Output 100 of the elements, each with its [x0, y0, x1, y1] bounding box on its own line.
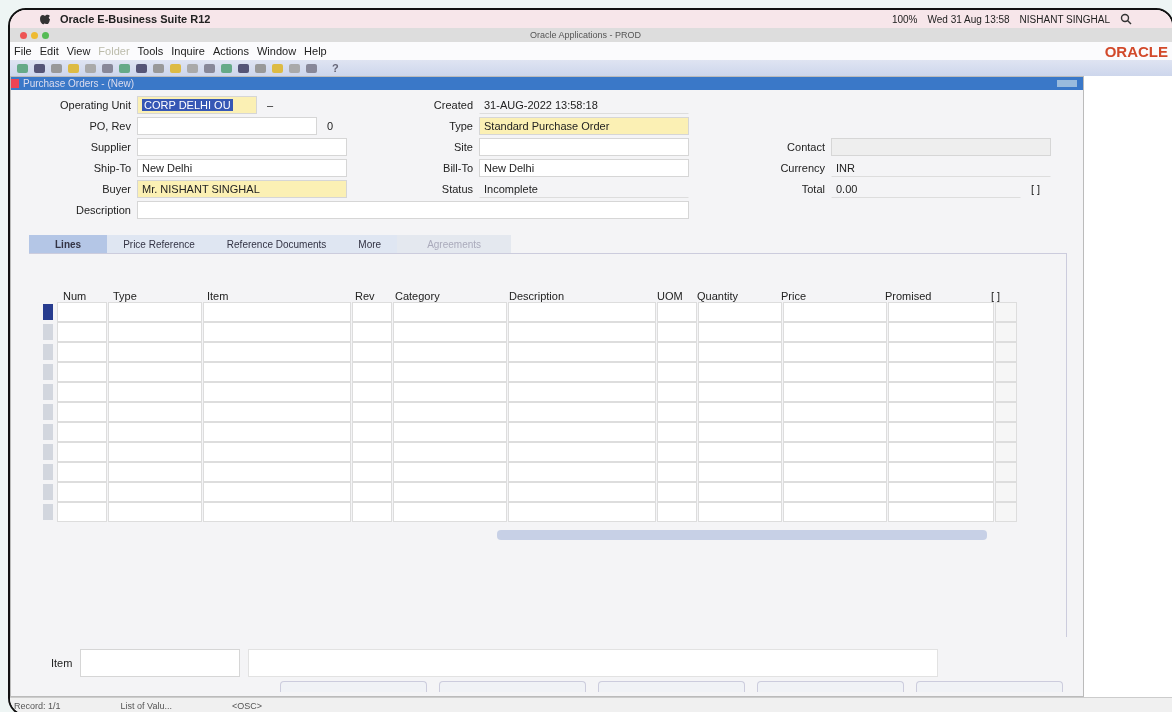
- table-cell[interactable]: [657, 382, 697, 402]
- close-icon[interactable]: [20, 31, 27, 39]
- table-cell[interactable]: [57, 362, 107, 382]
- input-field[interactable]: [137, 117, 317, 135]
- table-cell[interactable]: [783, 502, 887, 522]
- table-cell[interactable]: [393, 302, 507, 322]
- table-cell[interactable]: [698, 422, 782, 442]
- scroll-thumb[interactable]: [497, 530, 987, 540]
- row-indicator[interactable]: [43, 404, 53, 420]
- form-button[interactable]: [439, 681, 586, 692]
- table-cell[interactable]: [57, 502, 107, 522]
- table-cell[interactable]: [352, 442, 392, 462]
- table-cell[interactable]: [698, 322, 782, 342]
- input-field[interactable]: [831, 138, 1051, 156]
- table-cell[interactable]: [657, 322, 697, 342]
- menu-item[interactable]: Tools: [137, 45, 164, 57]
- table-cell[interactable]: [508, 442, 656, 462]
- table-cell[interactable]: [888, 462, 994, 482]
- table-cell[interactable]: [508, 402, 656, 422]
- tab[interactable]: Price Reference: [107, 235, 211, 253]
- table-cell[interactable]: [698, 342, 782, 362]
- table-cell[interactable]: [203, 362, 351, 382]
- table-cell[interactable]: [888, 322, 994, 342]
- table-cell[interactable]: [888, 402, 994, 422]
- table-cell[interactable]: [995, 402, 1017, 422]
- table-cell[interactable]: [352, 402, 392, 422]
- table-cell[interactable]: [203, 462, 351, 482]
- table-cell[interactable]: [57, 382, 107, 402]
- tab[interactable]: Reference Documents: [210, 235, 343, 253]
- input-field[interactable]: New Delhi: [479, 159, 689, 177]
- table-cell[interactable]: [203, 342, 351, 362]
- form-button[interactable]: [916, 681, 1063, 692]
- table-cell[interactable]: [508, 302, 656, 322]
- table-cell[interactable]: [203, 302, 351, 322]
- table-cell[interactable]: [203, 482, 351, 502]
- maximize-icon[interactable]: [42, 31, 49, 39]
- table-cell[interactable]: [352, 302, 392, 322]
- table-cell[interactable]: [57, 422, 107, 442]
- table-cell[interactable]: [783, 422, 887, 442]
- table-cell[interactable]: [108, 442, 202, 462]
- row-indicator[interactable]: [43, 504, 53, 520]
- table-cell[interactable]: [393, 362, 507, 382]
- table-cell[interactable]: [657, 502, 697, 522]
- table-cell[interactable]: [108, 302, 202, 322]
- table-cell[interactable]: [203, 442, 351, 462]
- table-cell[interactable]: [657, 362, 697, 382]
- table-cell[interactable]: [393, 462, 507, 482]
- table-cell[interactable]: [783, 322, 887, 342]
- table-cell[interactable]: [698, 462, 782, 482]
- table-cell[interactable]: [352, 322, 392, 342]
- toolbar-tool-icon[interactable]: [237, 61, 250, 75]
- table-cell[interactable]: [203, 502, 351, 522]
- tab[interactable]: More: [342, 235, 398, 253]
- row-indicator[interactable]: [43, 344, 53, 360]
- table-cell[interactable]: [108, 382, 202, 402]
- menu-item[interactable]: Edit: [39, 45, 59, 57]
- table-cell[interactable]: [108, 402, 202, 422]
- table-cell[interactable]: [352, 482, 392, 502]
- table-cell[interactable]: [698, 442, 782, 462]
- menu-item[interactable]: Inquire: [171, 45, 205, 57]
- table-cell[interactable]: [783, 302, 887, 322]
- table-cell[interactable]: [508, 462, 656, 482]
- menu-item[interactable]: Actions: [212, 45, 249, 57]
- table-cell[interactable]: [508, 502, 656, 522]
- table-cell[interactable]: [657, 402, 697, 422]
- table-cell[interactable]: [393, 442, 507, 462]
- table-cell[interactable]: [888, 482, 994, 502]
- table-cell[interactable]: [888, 382, 994, 402]
- table-cell[interactable]: [108, 502, 202, 522]
- table-cell[interactable]: [888, 422, 994, 442]
- menu-item[interactable]: View: [66, 45, 91, 57]
- toolbar-tool-icon[interactable]: [33, 61, 46, 75]
- table-cell[interactable]: [657, 462, 697, 482]
- table-cell[interactable]: [508, 322, 656, 342]
- row-indicator[interactable]: [43, 364, 53, 380]
- table-cell[interactable]: [698, 362, 782, 382]
- minimize-icon[interactable]: [31, 31, 38, 39]
- table-cell[interactable]: [108, 482, 202, 502]
- table-cell[interactable]: [657, 342, 697, 362]
- item-description-field[interactable]: [248, 649, 939, 677]
- app-name[interactable]: Oracle E-Business Suite R12: [60, 13, 211, 25]
- input-field[interactable]: Mr. NISHANT SINGHAL: [137, 180, 347, 198]
- table-cell[interactable]: [393, 402, 507, 422]
- table-cell[interactable]: [57, 402, 107, 422]
- table-cell[interactable]: [108, 462, 202, 482]
- table-cell[interactable]: [393, 502, 507, 522]
- table-cell[interactable]: [657, 442, 697, 462]
- table-cell[interactable]: [783, 362, 887, 382]
- menu-item[interactable]: Window: [256, 45, 297, 57]
- table-cell[interactable]: [995, 442, 1017, 462]
- form-menu-icon[interactable]: [11, 79, 19, 88]
- table-cell[interactable]: [393, 422, 507, 442]
- status-text[interactable]: 100%: [891, 13, 918, 25]
- toolbar-tool-icon[interactable]: [305, 61, 318, 75]
- table-cell[interactable]: [783, 462, 887, 482]
- form-button[interactable]: [280, 681, 427, 692]
- input-field[interactable]: Standard Purchase Order: [479, 117, 689, 135]
- window-controls-icon[interactable]: [1057, 80, 1077, 87]
- table-cell[interactable]: [393, 322, 507, 342]
- row-indicator[interactable]: [43, 324, 53, 340]
